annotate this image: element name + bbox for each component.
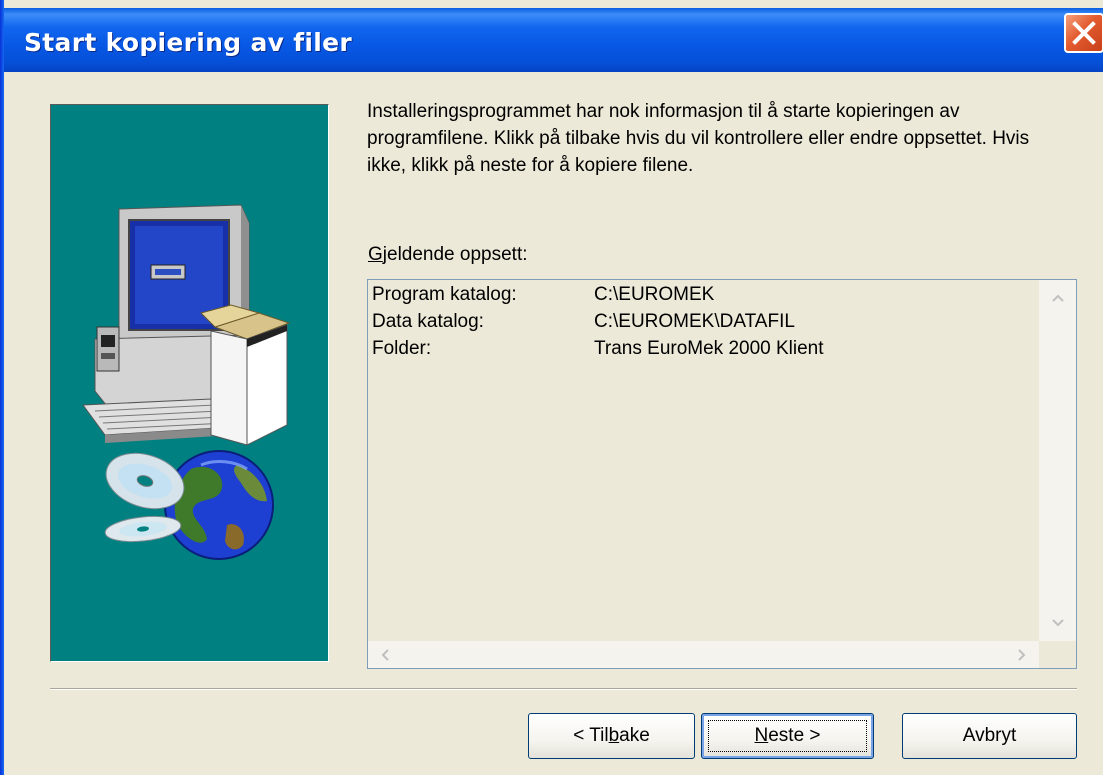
scroll-up-button[interactable] [1041, 282, 1074, 312]
setup-banner-image [50, 104, 329, 662]
window-title: Start kopiering av filer [24, 28, 353, 57]
current-setup-label-accel: G [368, 244, 383, 265]
scroll-right-button[interactable] [1007, 642, 1037, 667]
scroll-left-button[interactable] [370, 642, 400, 667]
cancel-button[interactable]: Avbryt [902, 713, 1077, 759]
vertical-scrollbar[interactable] [1039, 280, 1076, 641]
back-button[interactable]: < Tilbake [528, 713, 695, 759]
chevron-up-icon [1052, 294, 1064, 302]
close-x-icon [1072, 21, 1096, 45]
intro-text: Installeringsprogrammet har nok informas… [367, 101, 1030, 176]
window-frame-top [0, 0, 1103, 8]
current-setup-listbox[interactable]: Program katalog: C:\EUROMEK Data katalog… [367, 279, 1077, 669]
setup-dialog: Start kopiering av filer Installeringspr… [0, 0, 1103, 775]
close-button[interactable] [1064, 13, 1103, 53]
current-setup-label: Gjeldende oppsett: [368, 244, 528, 266]
next-label-post: este [768, 725, 805, 746]
back-label-pre: Til [584, 725, 609, 746]
next-label-accel: N [754, 725, 769, 746]
current-setup-label-rest: jeldende oppsett: [382, 244, 528, 265]
list-item-value: C:\EUROMEK [594, 284, 715, 305]
title-bar[interactable]: Start kopiering av filer [4, 8, 1103, 72]
next-arrow: > [804, 725, 821, 746]
chevron-left-icon [381, 649, 389, 661]
next-button-label: Neste > [754, 725, 820, 746]
list-item-key: Program katalog: [372, 284, 517, 305]
chevron-right-icon [1018, 649, 1026, 661]
listbox-content: Program katalog: C:\EUROMEK Data katalog… [368, 280, 1039, 641]
back-arrow: < [573, 725, 585, 746]
cancel-button-label: Avbryt [962, 725, 1017, 746]
list-item-key: Data katalog: [372, 311, 484, 332]
cd-disc-illustration [104, 452, 185, 543]
globe-illustration [164, 450, 274, 560]
back-button-label: < Tilbake [573, 725, 650, 746]
list-item-value: C:\EUROMEK\DATAFIL [594, 311, 795, 332]
scroll-down-button[interactable] [1041, 608, 1074, 638]
list-item-value: Trans EuroMek 2000 Klient [594, 338, 824, 359]
next-button[interactable]: Neste > [701, 713, 874, 759]
horizontal-scrollbar[interactable] [368, 641, 1039, 668]
window-frame-left [0, 0, 4, 775]
back-label-accel: b [608, 725, 620, 746]
button-separator [50, 688, 1077, 690]
chevron-down-icon [1052, 619, 1064, 627]
list-item-key: Folder: [372, 338, 432, 359]
computer-illustration [82, 204, 291, 560]
back-label-post: ake [619, 725, 650, 746]
